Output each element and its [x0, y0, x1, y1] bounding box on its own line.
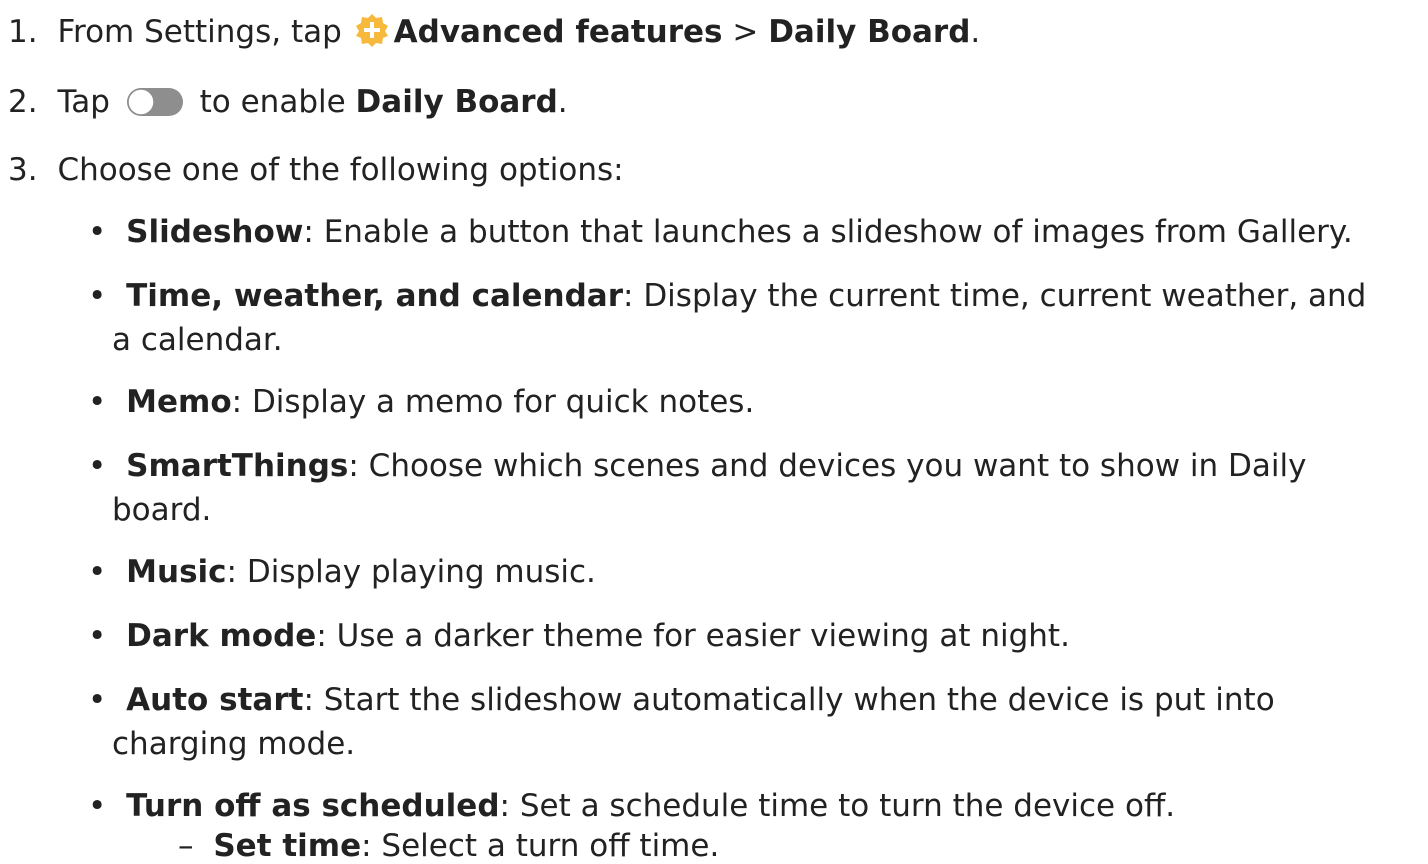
list-item-continuation: a calendar. — [112, 320, 283, 360]
option-title: Music — [126, 554, 227, 590]
step-1: 1. From Settings, tap Advanced features … — [8, 12, 980, 52]
document-page: 1. From Settings, tap Advanced features … — [0, 0, 1428, 863]
option-title: Auto start — [126, 682, 304, 718]
list-item: • Turn off as scheduled: Set a schedule … — [88, 786, 1175, 826]
sub-list-item: – Set time: Select a turn off time. — [178, 830, 719, 863]
option-desc: a calendar. — [112, 322, 283, 358]
dash: – — [178, 828, 194, 864]
step-2: 2. Tap to enable Daily Board. — [8, 82, 568, 122]
punctuation: . — [557, 84, 568, 120]
bullet: • — [88, 554, 107, 590]
list-item-continuation: charging mode. — [112, 724, 355, 764]
list-item-continuation: board. — [112, 490, 211, 530]
option-desc: board. — [112, 492, 212, 528]
step-number: 2. — [8, 84, 38, 120]
menu-daily-board: Daily Board — [768, 14, 971, 50]
step-number: 3. — [8, 152, 38, 188]
list-item: • Auto start: Start the slideshow automa… — [88, 680, 1275, 720]
option-desc: charging mode. — [112, 726, 356, 762]
option-title: Slideshow — [126, 214, 304, 250]
option-title: Dark mode — [126, 618, 317, 654]
list-item: • SmartThings: Choose which scenes and d… — [88, 446, 1306, 486]
step-text: to enable — [189, 84, 356, 120]
punctuation: . — [970, 14, 981, 50]
bullet: • — [88, 682, 107, 718]
option-title: SmartThings — [126, 448, 349, 484]
step-text: Choose one of the following options: — [57, 152, 624, 188]
menu-advanced-features: Advanced features — [393, 14, 723, 50]
option-title: Turn off as scheduled — [126, 788, 500, 824]
option-title: Time, weather, and calendar — [126, 278, 624, 314]
list-item: • Music: Display playing music. — [88, 552, 596, 592]
step-3: 3. Choose one of the following options: — [8, 150, 624, 190]
step-text: From Settings, tap — [57, 14, 352, 50]
bullet: • — [88, 788, 107, 824]
toggle-switch-icon — [126, 87, 184, 117]
option-desc: : Enable a button that launches a slides… — [303, 214, 1353, 250]
separator: > — [722, 14, 769, 50]
list-item: • Memo: Display a memo for quick notes. — [88, 382, 754, 422]
settings-gear-icon — [354, 12, 390, 48]
option-title: Memo — [126, 384, 232, 420]
bullet: • — [88, 384, 107, 420]
feature-daily-board: Daily Board — [355, 84, 558, 120]
step-number: 1. — [8, 14, 38, 50]
list-item: • Slideshow: Enable a button that launch… — [88, 212, 1353, 252]
bullet: • — [88, 618, 107, 654]
list-item: • Time, weather, and calendar: Display t… — [88, 276, 1366, 316]
sub-option-title: Set time — [213, 828, 362, 864]
list-item: • Dark mode: Use a darker theme for easi… — [88, 616, 1070, 656]
bullet: • — [88, 448, 107, 484]
bullet: • — [88, 214, 107, 250]
step-text: Tap — [57, 84, 120, 120]
sub-option-desc: : Select a turn off time. — [361, 828, 720, 864]
bullet: • — [88, 278, 107, 314]
option-desc: : Display the current time, current weat… — [623, 278, 1367, 314]
option-desc: : Choose which scenes and devices you wa… — [348, 448, 1307, 484]
option-desc: : Use a darker theme for easier viewing … — [316, 618, 1070, 654]
option-desc: : Start the slideshow automatically when… — [303, 682, 1275, 718]
option-desc: : Display a memo for quick notes. — [231, 384, 755, 420]
option-desc: : Display playing music. — [226, 554, 596, 590]
option-desc: : Set a schedule time to turn the device… — [499, 788, 1176, 824]
